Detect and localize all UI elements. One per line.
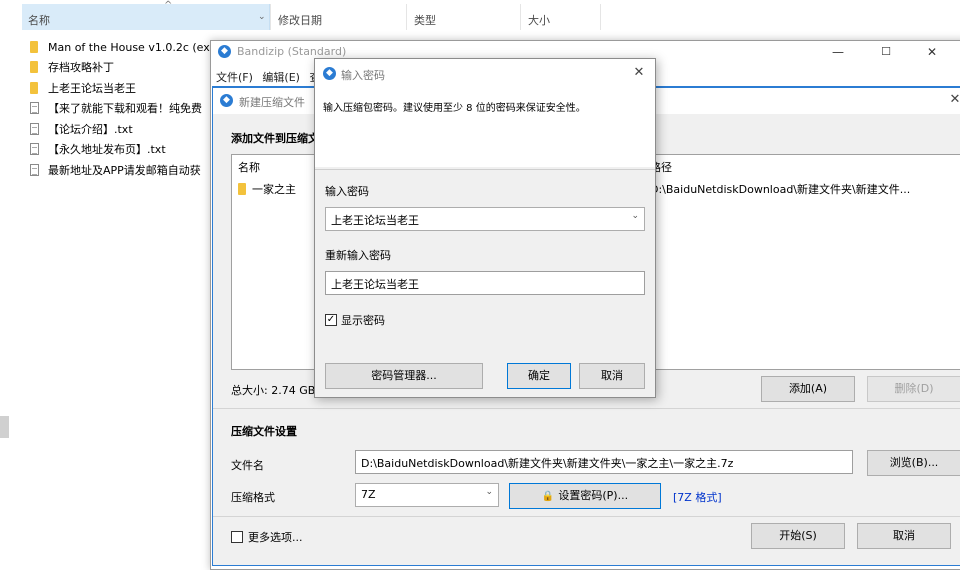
- format-label: 压缩格式: [231, 491, 275, 504]
- file-row[interactable]: 【来了就能下载和观看！纯免费: [30, 98, 202, 118]
- file-row[interactable]: 【永久地址发布页】.txt: [30, 139, 166, 159]
- column-divider: [600, 4, 601, 30]
- column-header-modified[interactable]: 修改日期: [272, 4, 406, 30]
- folder-icon: [30, 82, 38, 94]
- section-divider: [213, 516, 960, 517]
- chevron-down-icon: ⌄: [485, 487, 493, 497]
- password-manager-button[interactable]: 密码管理器...: [325, 363, 483, 389]
- password-dialog: ◆ 输入密码 ✕ 输入压缩包密码。建议使用至少 8 位的密码来保证安全性。 输入…: [314, 58, 656, 398]
- archive-settings-section-title: 压缩文件设置: [231, 425, 297, 438]
- password-dialog-title: 输入密码: [341, 69, 385, 82]
- format-select[interactable]: 7Z ⌄: [355, 483, 499, 507]
- enter-password-label: 输入密码: [325, 185, 369, 198]
- folder-icon: [30, 41, 38, 53]
- browse-button[interactable]: 浏览(B)...: [867, 450, 960, 476]
- password-dialog-titlebar: ◆ 输入密码: [315, 59, 655, 87]
- sort-ascending-icon: ^: [164, 0, 173, 11]
- text-file-icon: [30, 102, 39, 114]
- file-row[interactable]: 存档攻略补丁: [30, 57, 114, 77]
- close-button[interactable]: ✕: [909, 41, 955, 63]
- column-header-size[interactable]: 大小: [522, 4, 600, 30]
- lock-icon: 🔒: [541, 491, 555, 502]
- column-divider: [406, 4, 407, 30]
- window-title: Bandizip (Standard): [237, 45, 347, 58]
- start-button[interactable]: 开始(S): [751, 523, 845, 549]
- bandizip-app-icon: ◆: [323, 67, 336, 80]
- set-password-button[interactable]: 🔒 设置密码(P)...: [509, 483, 661, 509]
- menu-edit[interactable]: 编辑(E): [262, 71, 300, 84]
- folder-icon: [30, 61, 38, 73]
- more-options-toggle[interactable]: 更多选项...: [231, 529, 303, 545]
- scrollbar-thumb[interactable]: [0, 416, 9, 438]
- column-dropdown-icon[interactable]: ⌄: [258, 12, 266, 22]
- column-header-name[interactable]: ^ 名称: [22, 0, 270, 30]
- section-divider: [213, 408, 960, 409]
- close-icon[interactable]: ✕: [945, 90, 960, 110]
- list-item-path: D:\BaiduNetdiskDownload\新建文件夹\新建文件...: [650, 183, 911, 196]
- menu-file[interactable]: 文件(F): [216, 71, 253, 84]
- total-size-label: 总大小: 2.74 GB: [231, 384, 316, 397]
- text-file-icon: [30, 143, 39, 155]
- password-cancel-button[interactable]: 取消: [579, 363, 645, 389]
- folder-icon: [238, 183, 246, 195]
- section-divider: [315, 169, 655, 170]
- more-options-checkbox[interactable]: [231, 531, 243, 543]
- list-header-name[interactable]: 名称: [238, 159, 260, 175]
- dialog-title: 新建压缩文件: [239, 96, 305, 109]
- add-button[interactable]: 添加(A): [761, 376, 855, 402]
- file-row[interactable]: 最新地址及APP请发邮箱自动获: [30, 160, 201, 180]
- show-password-label: 显示密码: [341, 314, 385, 327]
- column-divider: [270, 4, 271, 30]
- column-header-type[interactable]: 类型: [408, 4, 520, 30]
- filename-label: 文件名: [231, 459, 264, 472]
- set-password-label: 设置密码(P)...: [558, 489, 629, 502]
- maximize-button[interactable]: ☐: [863, 41, 909, 63]
- enter-password-input[interactable]: 上老王论坛当老王 ⌄: [325, 207, 645, 231]
- list-item[interactable]: 一家之主: [238, 181, 296, 197]
- more-options-label: 更多选项...: [248, 531, 303, 544]
- filename-input[interactable]: D:\BaiduNetdiskDownload\新建文件夹\新建文件夹\一家之主…: [355, 450, 853, 474]
- text-file-icon: [30, 123, 39, 135]
- cancel-button[interactable]: 取消: [857, 523, 951, 549]
- close-icon[interactable]: ✕: [629, 63, 649, 83]
- ok-button[interactable]: 确定: [507, 363, 571, 389]
- column-divider: [520, 4, 521, 30]
- password-description: 输入压缩包密码。建议使用至少 8 位的密码来保证安全性。: [323, 103, 586, 114]
- delete-button[interactable]: 删除(D): [867, 376, 960, 402]
- bandizip-app-icon: ◆: [218, 45, 231, 58]
- bandizip-app-icon: ◆: [220, 94, 233, 107]
- menu-bar: 文件(F) 编辑(E) 查: [211, 65, 326, 85]
- file-row[interactable]: Man of the House v1.0.2c (ex: [30, 37, 210, 57]
- minimize-button[interactable]: —: [815, 41, 861, 63]
- format-select-value: 7Z: [361, 488, 376, 501]
- enter-password-value: 上老王论坛当老王: [331, 214, 419, 227]
- text-file-icon: [30, 164, 39, 176]
- chevron-down-icon[interactable]: ⌄: [631, 211, 639, 221]
- format-info-link[interactable]: [7Z 格式]: [673, 489, 722, 505]
- file-row[interactable]: 上老王论坛当老王: [30, 78, 136, 98]
- file-row[interactable]: 【论坛介绍】.txt: [30, 119, 133, 139]
- show-password-checkbox[interactable]: ✓: [325, 314, 337, 326]
- show-password-toggle[interactable]: ✓ 显示密码: [325, 312, 385, 328]
- reenter-password-input[interactable]: 上老王论坛当老王: [325, 271, 645, 295]
- reenter-password-label: 重新输入密码: [325, 249, 391, 262]
